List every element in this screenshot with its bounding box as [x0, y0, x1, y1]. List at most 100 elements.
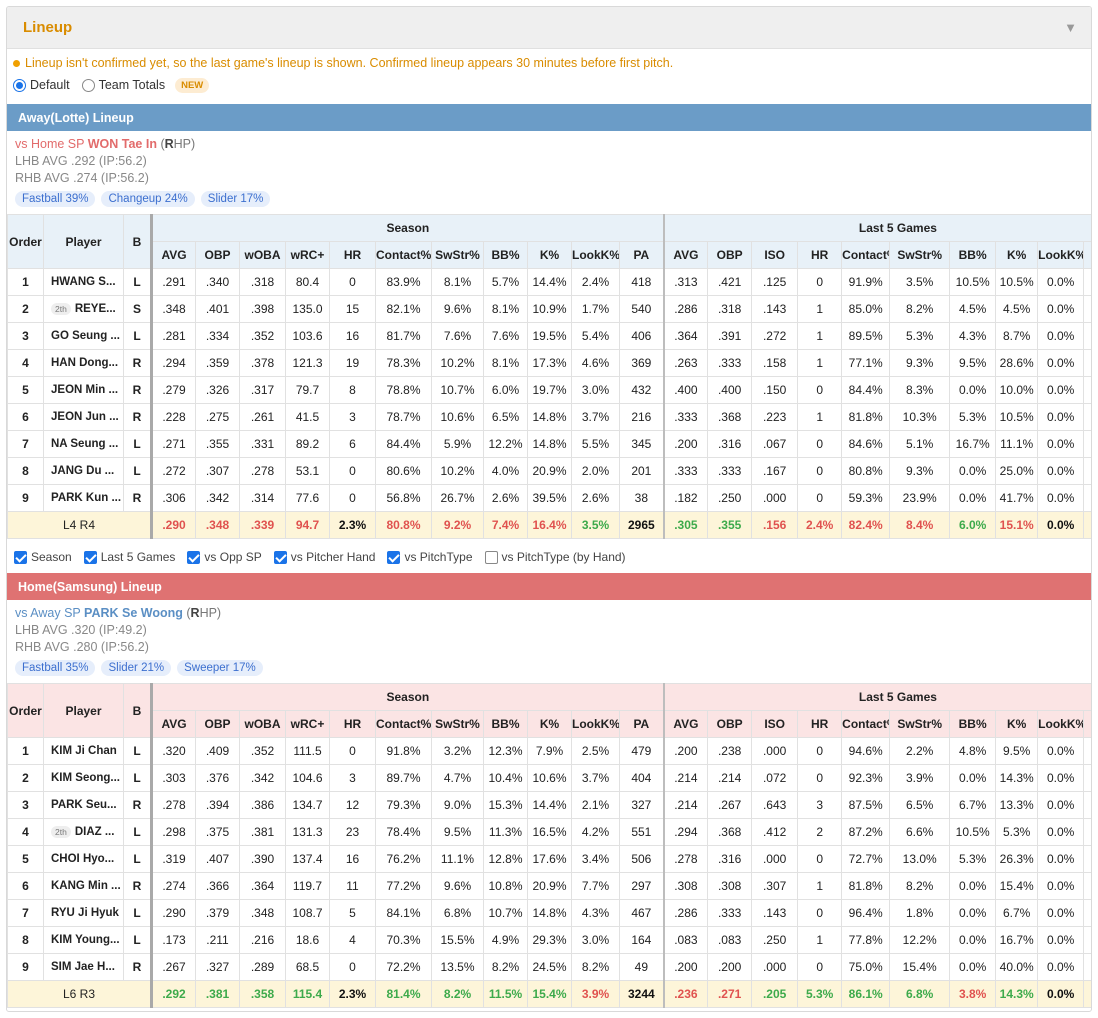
player-name[interactable]: NA Seung ...: [51, 438, 118, 450]
player-name[interactable]: KANG Min ...: [51, 880, 121, 892]
player-name[interactable]: JEON Min ...: [51, 384, 118, 396]
away-sp-name[interactable]: WON Tae In: [88, 137, 157, 151]
col-header-season[interactable]: LookK%: [571, 241, 620, 269]
col-header-order[interactable]: Order: [7, 683, 44, 738]
player-name[interactable]: PARK Seu...: [51, 799, 117, 811]
table-row[interactable]: 8 JANG Du ... L .272.307.278 53.1 0 80.6% 10.2%…: [7, 457, 1091, 485]
player-name[interactable]: HWANG S...: [51, 276, 116, 288]
col-header-last5[interactable]: Contact%: [841, 710, 891, 738]
mode-team-totals-radio[interactable]: Team Totals: [80, 78, 165, 92]
player-name[interactable]: DIAZ ...: [75, 826, 115, 838]
col-header-last5[interactable]: OBP: [707, 241, 753, 269]
filter-checkbox-label[interactable]: vs PitchType (by Hand): [502, 550, 626, 564]
player-cell[interactable]: KIM Seong...: [43, 764, 124, 792]
table-row[interactable]: 2 2th REYE... S .348.401.398 135.0 15 82.1% 9.6%…: [7, 295, 1091, 323]
col-header-season[interactable]: HR: [329, 710, 376, 738]
checkbox-checked-icon[interactable]: [387, 550, 401, 564]
col-header-last5[interactable]: SwStr%: [889, 710, 951, 738]
table-row[interactable]: 1 KIM Ji Chan L .320.409.352 111.5 0 91.8% 3.2%…: [7, 737, 1091, 765]
table-row[interactable]: 3 PARK Seu... R .278.394.386 134.7 12 79.3% 9.0…: [7, 791, 1091, 819]
player-name[interactable]: REYE...: [75, 303, 116, 315]
mode-team-totals-label[interactable]: Team Totals: [99, 78, 165, 92]
col-header-last5[interactable]: LookK%: [1037, 241, 1085, 269]
col-header-bat[interactable]: B: [123, 683, 152, 738]
col-header-last5[interactable]: HR: [797, 710, 843, 738]
col-header-season[interactable]: SwStr%: [431, 241, 484, 269]
table-row[interactable]: 4 HAN Dong... R .294.359.378 121.3 19 78.3% 10.…: [7, 349, 1091, 377]
col-header-season[interactable]: OBP: [195, 710, 240, 738]
mode-default-radio[interactable]: Default: [11, 78, 70, 92]
player-cell[interactable]: GO Seung ...: [43, 322, 124, 350]
col-header-season[interactable]: OBP: [195, 241, 240, 269]
player-name[interactable]: CHOI Hyo...: [51, 853, 114, 865]
col-header-season[interactable]: HR: [329, 241, 376, 269]
col-header-season[interactable]: BB%: [483, 241, 528, 269]
player-cell[interactable]: HWANG S...: [43, 268, 124, 296]
player-name[interactable]: JANG Du ...: [51, 465, 114, 477]
checkbox-checked-icon[interactable]: [14, 550, 27, 564]
filter-checkbox-item[interactable]: vs Opp SP: [184, 550, 262, 564]
col-header-season[interactable]: Contact%: [375, 710, 432, 738]
filter-checkbox-label[interactable]: vs Opp SP: [204, 550, 261, 564]
table-row[interactable]: 6 JEON Jun ... R .228.275.261 41.5 3 78.7% 10.6…: [7, 403, 1091, 431]
collapse-caret-icon[interactable]: ▼: [1064, 20, 1077, 35]
table-row[interactable]: 3 GO Seung ... L .281.334.352 103.6 16 81.7% 7.…: [7, 322, 1091, 350]
filter-checkbox-label[interactable]: Season: [31, 550, 72, 564]
col-header-season[interactable]: PA: [618, 710, 665, 738]
col-header-last5[interactable]: K%: [995, 710, 1039, 738]
col-header-last5[interactable]: LookK%: [1037, 710, 1085, 738]
panel-header[interactable]: Lineup ▼: [7, 7, 1091, 49]
col-header-season[interactable]: wRC+: [285, 710, 330, 738]
col-header-season[interactable]: K%: [527, 241, 572, 269]
table-row[interactable]: 5 JEON Min ... R .279.326.317 79.7 8 78.8% 10.7…: [7, 376, 1091, 404]
player-name[interactable]: SIM Jae H...: [51, 961, 115, 973]
player-cell[interactable]: SIM Jae H...: [43, 953, 124, 981]
player-name[interactable]: KIM Seong...: [51, 772, 120, 784]
player-cell[interactable]: KIM Ji Chan: [43, 737, 124, 765]
player-cell[interactable]: JANG Du ...: [43, 457, 124, 485]
col-header-last5[interactable]: AVG: [662, 710, 709, 738]
player-cell[interactable]: PARK Kun ...: [43, 484, 124, 512]
player-name[interactable]: JEON Jun ...: [51, 411, 119, 423]
col-header-last5[interactable]: BB%: [949, 710, 997, 738]
col-header-player[interactable]: Player: [43, 214, 124, 269]
col-header-season[interactable]: wOBA: [239, 241, 286, 269]
col-header-season[interactable]: K%: [527, 710, 572, 738]
player-name[interactable]: KIM Ji Chan: [51, 745, 117, 757]
player-cell[interactable]: JEON Min ...: [43, 376, 124, 404]
col-header-bat[interactable]: B: [123, 214, 152, 269]
player-cell[interactable]: HAN Dong...: [43, 349, 124, 377]
player-cell[interactable]: PARK Seu...: [43, 791, 124, 819]
radio-selected-icon[interactable]: [13, 78, 26, 92]
filter-checkbox-label[interactable]: Last 5 Games: [101, 550, 176, 564]
player-cell[interactable]: CHOI Hyo...: [43, 845, 124, 873]
checkbox-checked-icon[interactable]: [187, 550, 201, 564]
filter-checkbox-item[interactable]: Last 5 Games: [81, 550, 176, 564]
filter-checkbox-label[interactable]: vs Pitcher Hand: [291, 550, 376, 564]
player-name[interactable]: PARK Kun ...: [51, 492, 121, 504]
mode-default-label[interactable]: Default: [30, 78, 70, 92]
table-row[interactable]: 2 KIM Seong... L .303.376.342 104.6 3 89.7% 4.7…: [7, 764, 1091, 792]
col-header-season[interactable]: wOBA: [239, 710, 286, 738]
player-cell[interactable]: KIM Young...: [43, 926, 124, 954]
checkbox-checked-icon[interactable]: [83, 550, 97, 564]
col-header-season[interactable]: LookK%: [571, 710, 620, 738]
player-name[interactable]: GO Seung ...: [51, 330, 120, 342]
filter-checkbox-item[interactable]: vs PitchType (by Hand): [482, 550, 626, 564]
col-header-last5[interactable]: AVG: [662, 241, 709, 269]
player-cell[interactable]: JEON Jun ...: [43, 403, 124, 431]
col-header-season[interactable]: AVG: [150, 710, 196, 738]
player-cell[interactable]: RYU Ji Hyuk: [43, 899, 124, 927]
table-row[interactable]: 1 HWANG S... L .291.340.318 80.4 0 83.9% 8.1% 5.…: [7, 268, 1091, 296]
col-header-season[interactable]: Contact%: [375, 241, 432, 269]
col-header-season[interactable]: wRC+: [285, 241, 330, 269]
filter-checkbox-item[interactable]: vs Pitcher Hand: [271, 550, 376, 564]
col-header-last5[interactable]: K%: [995, 241, 1039, 269]
player-cell[interactable]: KANG Min ...: [43, 872, 124, 900]
player-cell[interactable]: NA Seung ...: [43, 430, 124, 458]
checkbox-checked-icon[interactable]: [273, 550, 287, 564]
home-sp-name[interactable]: PARK Se Woong: [84, 606, 183, 620]
table-row[interactable]: 5 CHOI Hyo... L .319.407.390 137.4 16 76.2% 11.…: [7, 845, 1091, 873]
col-header-player[interactable]: Player: [43, 683, 124, 738]
col-header-season[interactable]: AVG: [150, 241, 196, 269]
